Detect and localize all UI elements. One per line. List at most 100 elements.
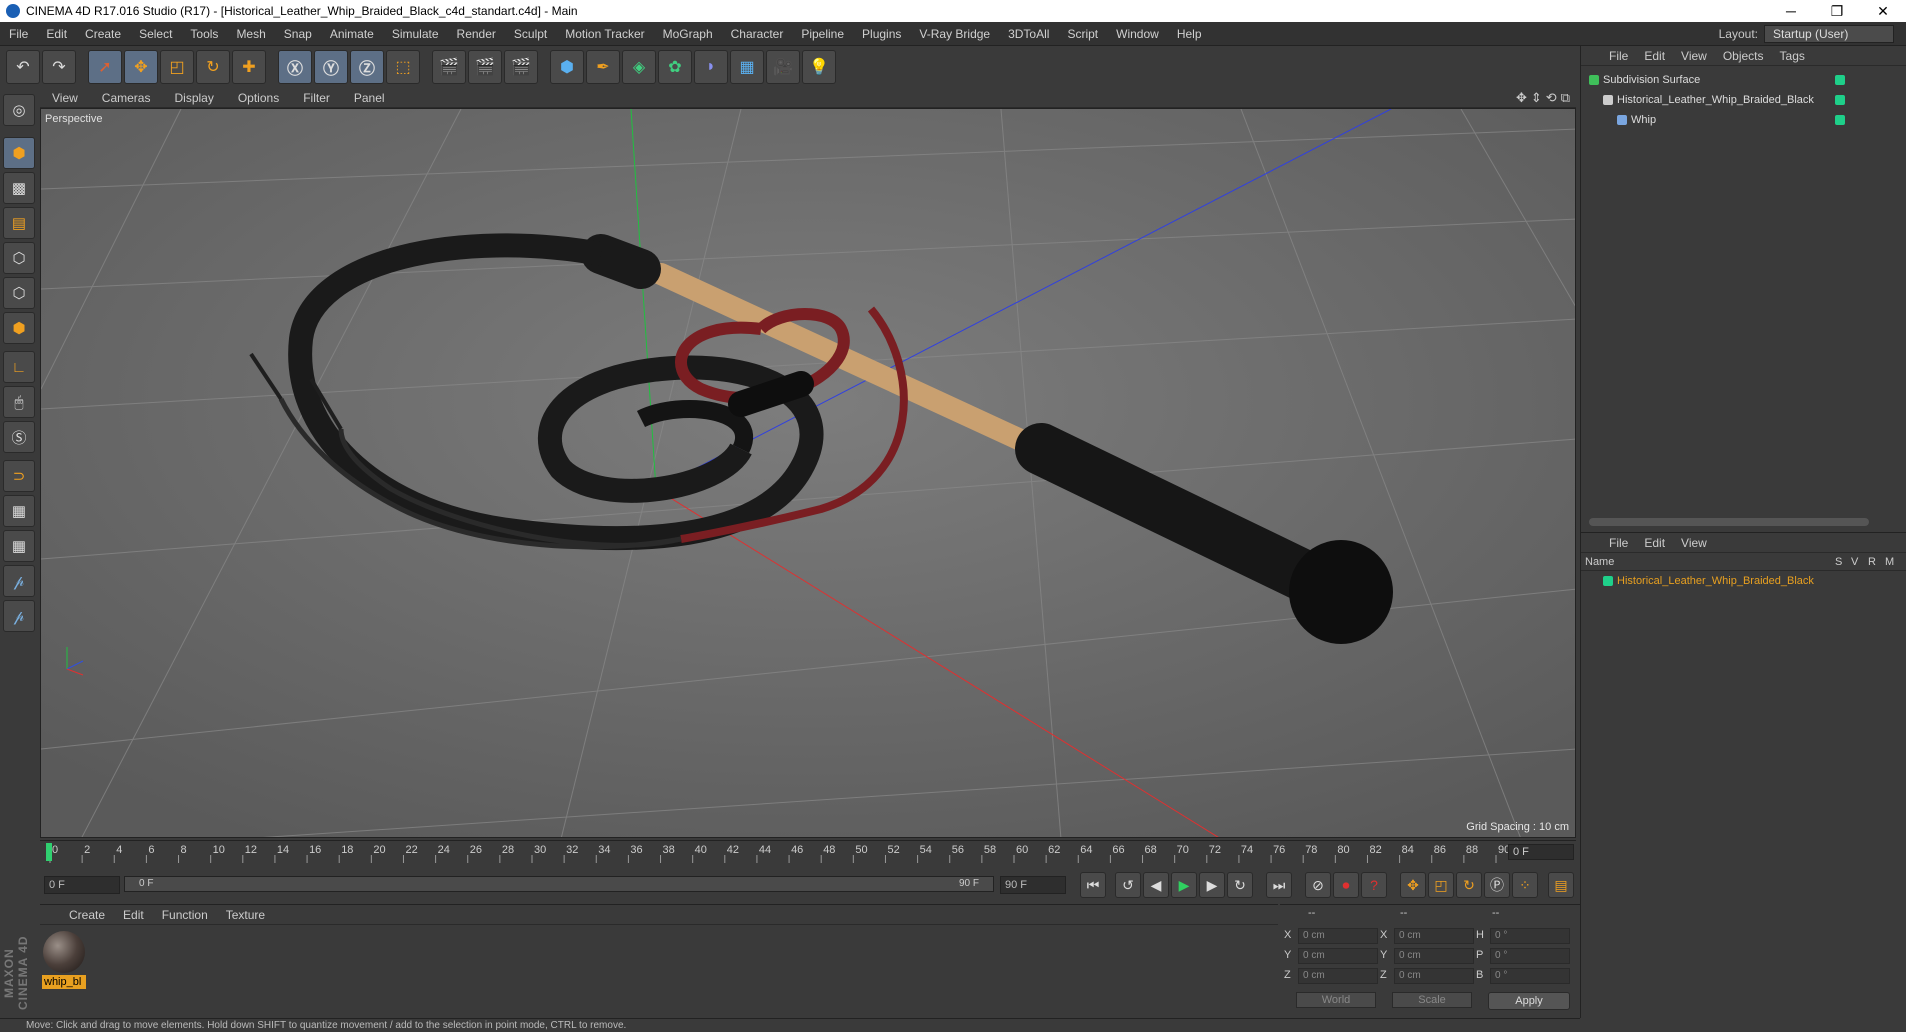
key-pla-button[interactable]: ⁘ xyxy=(1512,872,1538,898)
play-button[interactable]: ▶ xyxy=(1171,872,1197,898)
material-menu-function[interactable]: Function xyxy=(153,908,217,922)
layer-menu-edit[interactable]: Edit xyxy=(1636,536,1673,550)
dolly-icon[interactable]: ⇕ xyxy=(1531,90,1542,106)
workplane-mode-button[interactable]: ▤ xyxy=(3,207,35,239)
viewport-menu-options[interactable]: Options xyxy=(226,91,291,105)
render-picture-viewer-button[interactable]: 🎬 xyxy=(468,50,502,84)
coord-value-field[interactable]: 0 cm xyxy=(1298,928,1378,944)
snap-button[interactable]: ⊃ xyxy=(3,460,35,492)
maximize-view-icon[interactable]: ⧉ xyxy=(1561,90,1570,106)
move-tool-button[interactable]: ✥ xyxy=(124,50,158,84)
z-axis-lock-button[interactable]: Ⓩ xyxy=(350,50,384,84)
menu-sculpt[interactable]: Sculpt xyxy=(505,27,556,41)
material-menu-texture[interactable]: Texture xyxy=(217,908,274,922)
workplane-lock-button[interactable]: ▦ xyxy=(3,495,35,527)
deformer-button[interactable]: ◗ xyxy=(694,50,728,84)
object-row[interactable]: Whip xyxy=(1581,110,1906,130)
menu-window[interactable]: Window xyxy=(1107,27,1168,41)
record-active-objects-button[interactable]: ⏺ xyxy=(1333,872,1359,898)
points-mode-button[interactable]: ⬡ xyxy=(3,242,35,274)
minimize-button[interactable]: ─ xyxy=(1768,0,1814,22)
model-mode-button[interactable]: ⬢ xyxy=(3,137,35,169)
apply-button[interactable]: Apply xyxy=(1488,992,1570,1010)
object-row[interactable]: Subdivision Surface xyxy=(1581,70,1906,90)
pan-icon[interactable]: ✥ xyxy=(1516,90,1527,106)
coord-value-field[interactable]: 0 ° xyxy=(1490,968,1570,984)
object-manager-scrollbar[interactable] xyxy=(1589,518,1869,526)
playhead[interactable] xyxy=(46,843,52,861)
layer-tag-icon[interactable] xyxy=(1835,95,1845,105)
rotate-tool-button[interactable]: ↻ xyxy=(196,50,230,84)
redo-button[interactable]: ↷ xyxy=(42,50,76,84)
light-button[interactable]: 💡 xyxy=(802,50,836,84)
next-frame-button[interactable]: ▶ xyxy=(1199,872,1225,898)
menu-motion-tracker[interactable]: Motion Tracker xyxy=(556,27,653,41)
material-menu-edit[interactable]: Edit xyxy=(114,908,153,922)
orbit-icon[interactable]: ⟲ xyxy=(1546,90,1557,106)
layer-tag-icon[interactable] xyxy=(1835,75,1845,85)
object-menu-objects[interactable]: Objects xyxy=(1715,49,1772,63)
make-editable-button[interactable]: ◎ xyxy=(3,94,35,126)
menu-v-ray-bridge[interactable]: V-Ray Bridge xyxy=(910,27,999,41)
key-rotation-button[interactable]: ↻ xyxy=(1456,872,1482,898)
subdivision-surface-button[interactable]: ◈ xyxy=(622,50,656,84)
render-view-button[interactable]: 🎬 xyxy=(432,50,466,84)
viewport-menu-cameras[interactable]: Cameras xyxy=(90,91,163,105)
coord-value-field[interactable]: 0 cm xyxy=(1298,968,1378,984)
perspective-viewport[interactable]: Perspective Grid Spacing : 10 cm xyxy=(40,108,1576,838)
autokeying-button[interactable]: ? xyxy=(1361,872,1387,898)
object-menu-tags[interactable]: Tags xyxy=(1772,49,1813,63)
undo-button[interactable]: ↶ xyxy=(6,50,40,84)
menu-file[interactable]: File xyxy=(0,27,37,41)
tweak-mode-button[interactable]: 🖱 xyxy=(3,386,35,418)
menu-tools[interactable]: Tools xyxy=(181,27,227,41)
menu-3dtoall[interactable]: 3DToAll xyxy=(999,27,1058,41)
previous-key-button[interactable]: ↺ xyxy=(1115,872,1141,898)
go-to-start-button[interactable]: ⏮ xyxy=(1080,872,1106,898)
key-scale-button[interactable]: ◰ xyxy=(1428,872,1454,898)
python-script-button-2[interactable]: 𝓅 xyxy=(3,600,35,632)
menu-script[interactable]: Script xyxy=(1058,27,1107,41)
python-script-button-1[interactable]: 𝓅 xyxy=(3,565,35,597)
layer-menu-file[interactable]: File xyxy=(1601,536,1636,550)
planar-workplane-button[interactable]: ▦ xyxy=(3,530,35,562)
coord-value-field[interactable]: 0 ° xyxy=(1490,948,1570,964)
cube-primitive-button[interactable]: ⬢ xyxy=(550,50,584,84)
viewport-menu-display[interactable]: Display xyxy=(162,91,225,105)
key-parameter-button[interactable]: Ⓟ xyxy=(1484,872,1510,898)
timeline-ruler[interactable]: 0 2 4 6 8 10 12 14 16 18 20 22 24 26 28 30 32 34 36 38 40 42 4… xyxy=(40,840,1576,863)
texture-mode-button[interactable]: ▩ xyxy=(3,172,35,204)
menu-select[interactable]: Select xyxy=(130,27,181,41)
timeline-window-button[interactable]: ▤ xyxy=(1548,872,1574,898)
cloner-button[interactable]: ✿ xyxy=(658,50,692,84)
start-frame-field[interactable]: 0 F xyxy=(44,876,120,894)
motion-record-button[interactable]: ⊘ xyxy=(1305,872,1331,898)
coord-value-field[interactable]: 0 cm xyxy=(1394,928,1474,944)
scale-mode-dropdown[interactable]: Scale xyxy=(1392,992,1472,1008)
viewport-menu-filter[interactable]: Filter xyxy=(291,91,342,105)
viewport-menu-panel[interactable]: Panel xyxy=(342,91,397,105)
menu-plugins[interactable]: Plugins xyxy=(853,27,910,41)
go-to-end-button[interactable]: ⏭ xyxy=(1266,872,1292,898)
menu-mograph[interactable]: MoGraph xyxy=(654,27,722,41)
floor-button[interactable]: ▦ xyxy=(730,50,764,84)
coordinate-mode-dropdown[interactable]: World xyxy=(1296,992,1376,1008)
coord-value-field[interactable]: 0 cm xyxy=(1298,948,1378,964)
menu-help[interactable]: Help xyxy=(1168,27,1211,41)
coordinate-system-button[interactable]: ⬚ xyxy=(386,50,420,84)
frame-range-slider[interactable]: 0 F 90 F xyxy=(124,876,994,892)
y-axis-lock-button[interactable]: Ⓨ xyxy=(314,50,348,84)
object-menu-edit[interactable]: Edit xyxy=(1636,49,1673,63)
close-button[interactable]: ✕ xyxy=(1860,0,1906,22)
layout-dropdown[interactable]: Startup (User) xyxy=(1764,25,1894,43)
menu-render[interactable]: Render xyxy=(448,27,505,41)
previous-frame-button[interactable]: ◀ xyxy=(1143,872,1169,898)
menu-simulate[interactable]: Simulate xyxy=(383,27,448,41)
key-position-button[interactable]: ✥ xyxy=(1400,872,1426,898)
menu-mesh[interactable]: Mesh xyxy=(227,27,274,41)
axis-mode-button[interactable]: ∟ xyxy=(3,351,35,383)
menu-animate[interactable]: Animate xyxy=(321,27,383,41)
coord-value-field[interactable]: 0 cm xyxy=(1394,948,1474,964)
object-menu-view[interactable]: View xyxy=(1673,49,1715,63)
coord-value-field[interactable]: 0 ° xyxy=(1490,928,1570,944)
